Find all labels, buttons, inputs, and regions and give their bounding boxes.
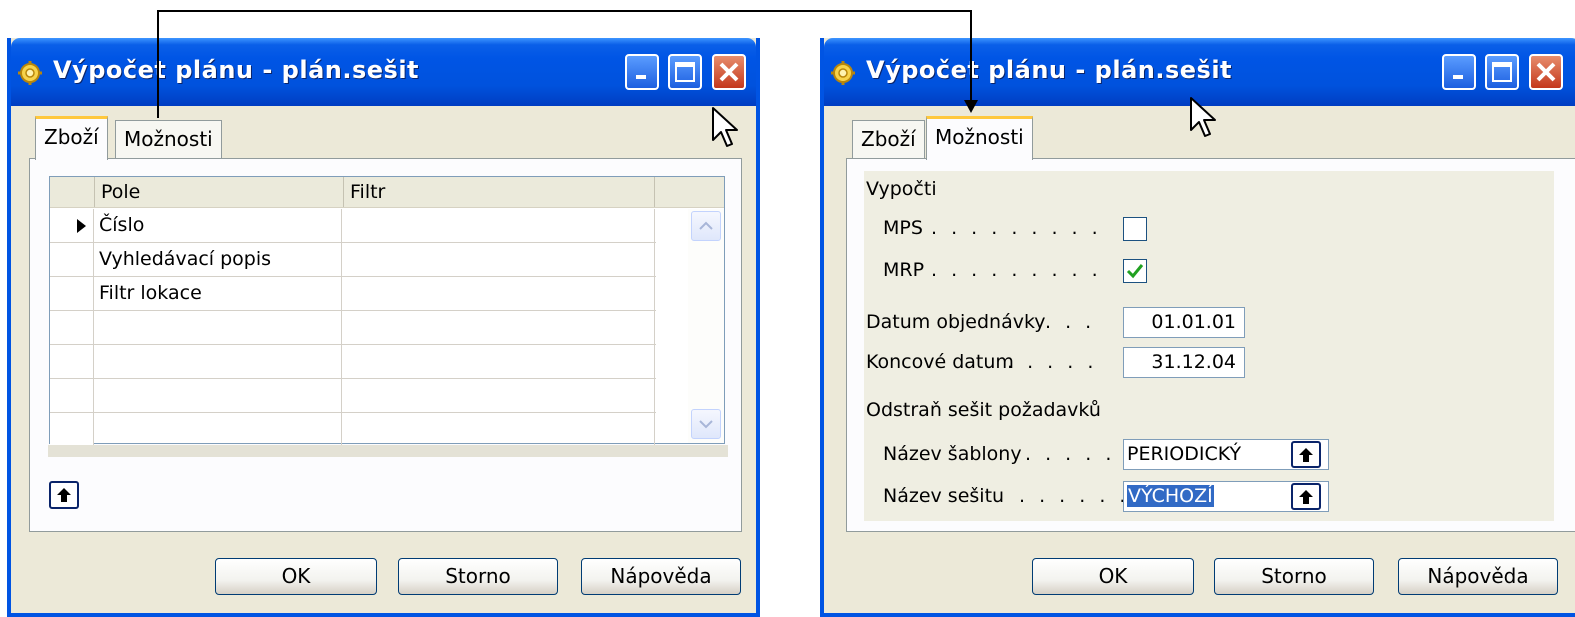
mps-checkbox[interactable] — [1123, 217, 1147, 241]
field-cell[interactable]: Vyhledávací popis — [95, 243, 342, 276]
delete-worksheet-heading: Odstraň sešit požadavků — [866, 399, 1101, 421]
template-lookup-button[interactable] — [1291, 441, 1321, 468]
table-row[interactable] — [50, 379, 656, 413]
template-name-value: PERIODICKÝ — [1127, 443, 1242, 465]
order-date-dots: . . . — [1045, 311, 1096, 333]
calculate-heading: Vypočti — [866, 178, 937, 200]
lookup-arrow-icon — [1299, 489, 1313, 504]
table-row[interactable] — [50, 413, 656, 447]
order-date-field[interactable]: 01.01.01 — [1123, 307, 1245, 338]
column-header-field[interactable]: Pole — [94, 177, 343, 207]
end-date-label: Koncové datum — [866, 351, 1014, 373]
column-header-filter[interactable]: Filtr — [343, 177, 654, 207]
vertical-scrollbar[interactable] — [688, 209, 724, 443]
table-row[interactable]: Filtr lokace — [50, 277, 656, 311]
worksheet-name-dots: . . . . . . — [1019, 485, 1130, 507]
mrp-label: MRP — [883, 259, 925, 281]
help-button[interactable]: Nápověda — [1398, 558, 1558, 595]
lookup-arrow-icon — [1299, 447, 1313, 462]
order-date-label: Datum objednávky — [866, 311, 1046, 333]
table-row[interactable] — [50, 345, 656, 379]
cancel-button[interactable]: Storno — [1214, 558, 1374, 595]
row-selector[interactable] — [50, 345, 94, 378]
row-selector[interactable] — [50, 277, 94, 310]
row-selector[interactable] — [50, 413, 94, 446]
filter-cell[interactable] — [343, 277, 655, 310]
horizontal-scroll-track — [48, 445, 728, 457]
field-cell[interactable] — [95, 311, 342, 344]
scroll-down-icon — [699, 420, 713, 429]
worksheet-lookup-button[interactable] — [1291, 483, 1321, 510]
ok-button[interactable]: OK — [1032, 558, 1194, 595]
table-row[interactable] — [50, 311, 656, 345]
mps-label: MPS — [883, 217, 923, 239]
scroll-down-button[interactable] — [691, 409, 721, 439]
table-row[interactable]: Číslo — [50, 209, 656, 243]
grid-header: Pole Filtr — [50, 177, 724, 208]
row-selector[interactable] — [50, 243, 94, 276]
filter-cell[interactable] — [343, 209, 655, 242]
table-row[interactable]: Vyhledávací popis — [50, 243, 656, 277]
annotation-arrow — [157, 10, 978, 118]
mrp-dots: . . . . . . . . . — [931, 259, 1102, 281]
filter-grid[interactable]: Pole Filtr Číslo Vyhledávací popis Filtr l… — [49, 176, 725, 447]
filter-cell[interactable] — [343, 379, 655, 412]
mrp-checkbox[interactable] — [1123, 259, 1147, 283]
cancel-button[interactable]: Storno — [398, 558, 558, 595]
end-date-field[interactable]: 31.12.04 — [1123, 347, 1245, 378]
field-cell[interactable] — [95, 345, 342, 378]
help-button[interactable]: Nápověda — [581, 558, 741, 595]
row-selector[interactable] — [50, 311, 94, 344]
field-cell[interactable] — [95, 413, 342, 446]
scroll-up-icon — [699, 221, 713, 230]
field-cell[interactable]: Filtr lokace — [95, 277, 342, 310]
end-date-dots: . . . . . — [1007, 351, 1098, 373]
tab-panel: Pole Filtr Číslo Vyhledávací popis Filtr l… — [29, 158, 742, 532]
filter-cell[interactable] — [343, 243, 655, 276]
worksheet-name-value: VÝCHOZÍ — [1127, 485, 1214, 507]
ok-button[interactable]: OK — [215, 558, 377, 595]
template-name-label: Název šablony — [883, 443, 1022, 465]
filter-cell[interactable] — [343, 311, 655, 344]
lookup-button[interactable] — [49, 481, 79, 509]
check-icon — [1126, 264, 1144, 279]
scroll-up-button[interactable] — [691, 211, 721, 241]
filter-cell[interactable] — [343, 345, 655, 378]
tab-panel: Vypočti MPS . . . . . . . . . MRP . . . … — [846, 158, 1575, 532]
mps-dots: . . . . . . . . . — [931, 217, 1102, 239]
filter-cell[interactable] — [343, 413, 655, 446]
row-selector[interactable] — [50, 209, 94, 242]
template-name-dots: . . . . . — [1025, 443, 1116, 465]
field-cell[interactable]: Číslo — [95, 209, 342, 242]
lookup-arrow-icon — [57, 488, 71, 502]
field-cell[interactable] — [95, 379, 342, 412]
column-header-extra — [654, 177, 686, 207]
worksheet-name-label: Název sešitu — [883, 485, 1005, 507]
row-selector[interactable] — [50, 379, 94, 412]
